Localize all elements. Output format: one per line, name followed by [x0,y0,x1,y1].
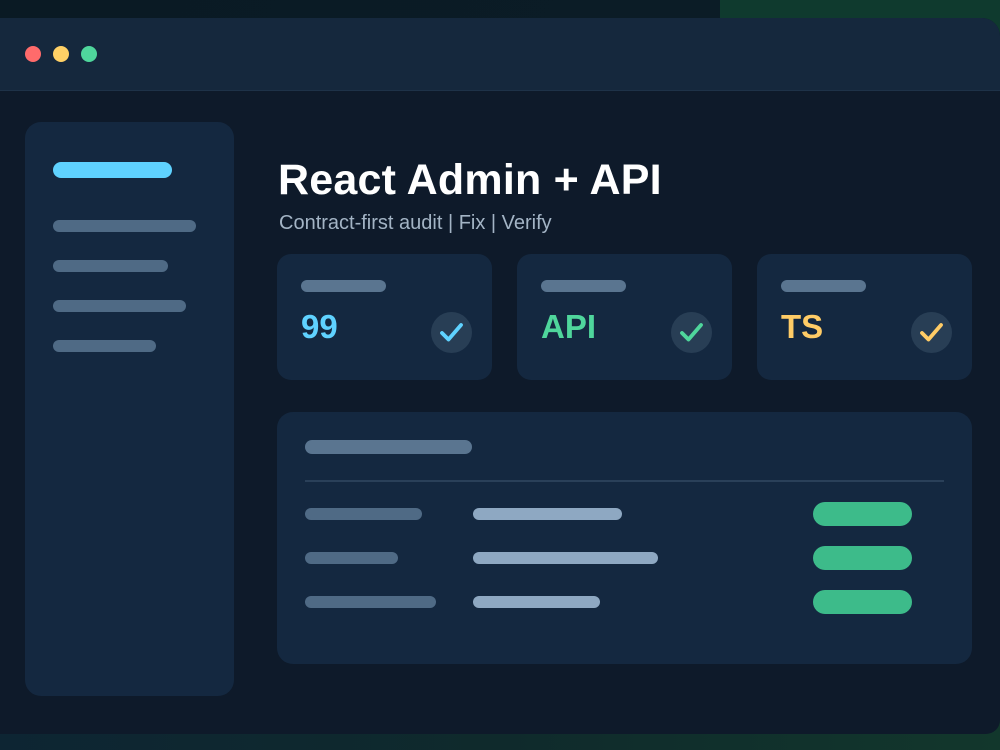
window-titlebar [0,18,1000,91]
check-badge [671,312,712,353]
check-icon [920,323,943,342]
sidebar-item-active[interactable] [53,162,172,178]
maximize-window-button[interactable] [81,46,97,62]
sidebar-item[interactable] [53,340,156,352]
card-label-placeholder [301,280,386,292]
status-badge [813,546,912,570]
sidebar-item[interactable] [53,260,168,272]
table-row-value [473,552,658,564]
panel-divider [305,480,944,482]
status-badge [813,590,912,614]
sidebar [25,122,234,696]
stat-card: API [517,254,732,380]
stat-card: TS [757,254,972,380]
table-row-key [305,508,422,520]
table-row-value [473,596,600,608]
minimize-window-button[interactable] [53,46,69,62]
status-badge [813,502,912,526]
card-value: TS [781,308,824,345]
card-label-placeholder [541,280,626,292]
table-row-key [305,552,398,564]
card-label-placeholder [781,280,866,292]
panel-heading-placeholder [305,440,472,454]
card-value: API [541,308,597,345]
check-badge [911,312,952,353]
close-window-button[interactable] [25,46,41,62]
results-panel [277,412,972,664]
check-icon [440,323,463,342]
page-subtitle: Contract-first audit | Fix | Verify [279,212,552,234]
check-badge [431,312,472,353]
sidebar-item[interactable] [53,220,196,232]
page-title: React Admin + API [278,156,662,204]
sidebar-item[interactable] [53,300,186,312]
stat-card: 99 [277,254,492,380]
card-value: 99 [301,308,338,345]
app-window: React Admin + API Contract-first audit |… [0,18,1000,734]
check-icon [680,323,703,342]
table-row-value [473,508,622,520]
table-row-key [305,596,436,608]
